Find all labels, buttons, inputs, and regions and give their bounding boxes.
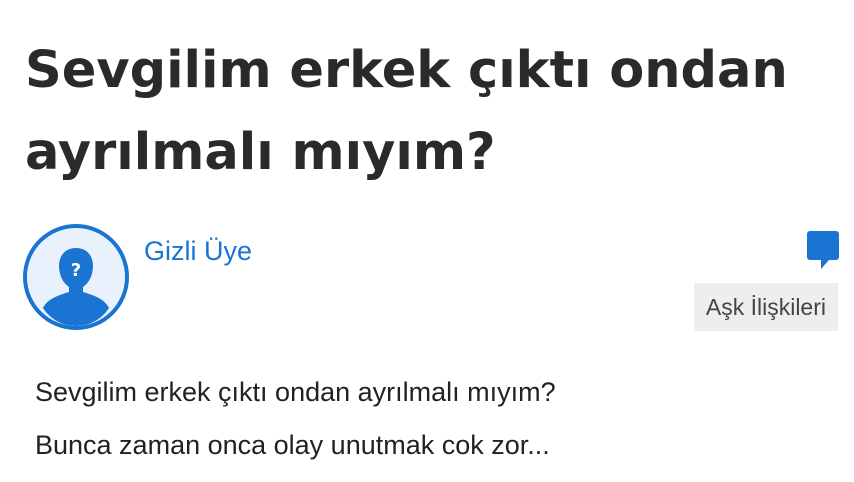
comment-icon[interactable] (807, 231, 839, 271)
svg-text:?: ? (71, 260, 81, 281)
category-tag[interactable]: Aşk İlişkileri (693, 283, 838, 331)
avatar[interactable]: ? (23, 224, 129, 330)
question-body: Sevgilim erkek çıktı ondan ayrılmalı mıy… (35, 366, 835, 472)
body-line: Sevgilim erkek çıktı ondan ayrılmalı mıy… (35, 377, 556, 407)
author-link[interactable]: Gizli Üye (144, 236, 252, 267)
anonymous-user-icon: ? (27, 228, 125, 326)
page-title: Sevgilim erkek çıktı ondan ayrılmalı mıy… (25, 41, 788, 182)
body-line: Bunca zaman onca olay unutmak cok zor... (35, 430, 550, 460)
